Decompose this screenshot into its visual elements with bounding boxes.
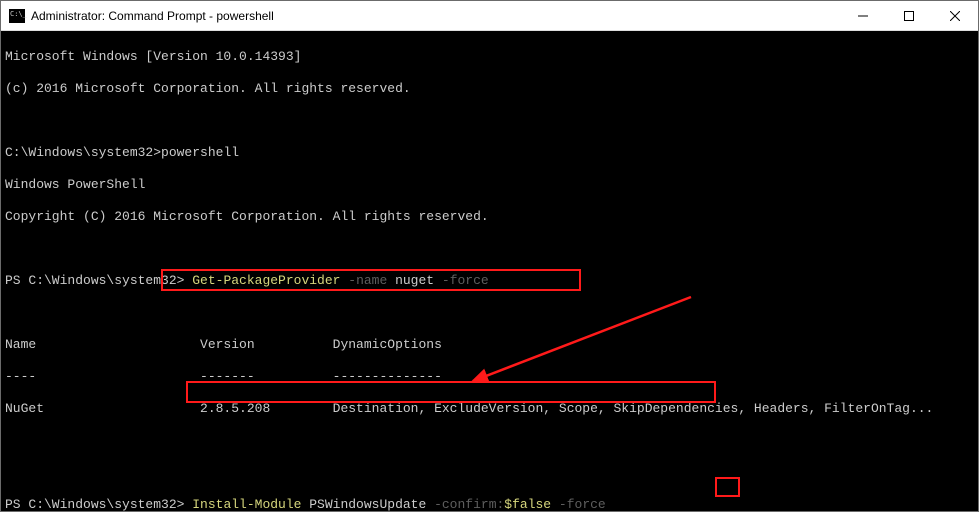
param: -name: [340, 273, 387, 288]
maximize-button[interactable]: [886, 1, 932, 30]
prompt-line: C:\Windows\system32>powershell: [5, 145, 974, 161]
table-row: NuGet 2.8.5.208 Destination, ExcludeVers…: [5, 401, 974, 417]
output-line: Microsoft Windows [Version 10.0.14393]: [5, 49, 974, 65]
maximize-icon: [904, 11, 914, 21]
minimize-button[interactable]: [840, 1, 886, 30]
param: -force: [551, 497, 606, 511]
cmdlet: Get-PackageProvider: [192, 273, 340, 288]
titlebar[interactable]: Administrator: Command Prompt - powershe…: [1, 1, 978, 31]
cmd-window: Administrator: Command Prompt - powershe…: [0, 0, 979, 512]
output-line: Copyright (C) 2016 Microsoft Corporation…: [5, 209, 974, 225]
output-line: Windows PowerShell: [5, 177, 974, 193]
close-button[interactable]: [932, 1, 978, 30]
window-controls: [840, 1, 978, 31]
arg: nuget: [387, 273, 434, 288]
window-title: Administrator: Command Prompt - powershe…: [31, 9, 274, 23]
prompt-line: PS C:\Windows\system32> Get-PackageProvi…: [5, 273, 974, 289]
cmd-icon: [9, 9, 25, 23]
blank-line: [5, 433, 974, 449]
blank-line: [5, 465, 974, 481]
prompt-line: PS C:\Windows\system32> Install-Module P…: [5, 497, 974, 511]
table-header: Name Version DynamicOptions: [5, 337, 974, 353]
terminal-area[interactable]: Microsoft Windows [Version 10.0.14393] (…: [1, 31, 978, 511]
output-line: (c) 2016 Microsoft Corporation. All righ…: [5, 81, 974, 97]
blank-line: [5, 305, 974, 321]
close-icon: [950, 11, 960, 21]
blank-line: [5, 241, 974, 257]
cmdlet: Install-Module: [192, 497, 301, 511]
param: -force: [434, 273, 489, 288]
arg: PSWindowsUpdate: [301, 497, 426, 511]
minimize-icon: [858, 11, 868, 21]
param: -confirm:: [426, 497, 504, 511]
table-sep: ---- ------- --------------: [5, 369, 974, 385]
blank-line: [5, 113, 974, 129]
